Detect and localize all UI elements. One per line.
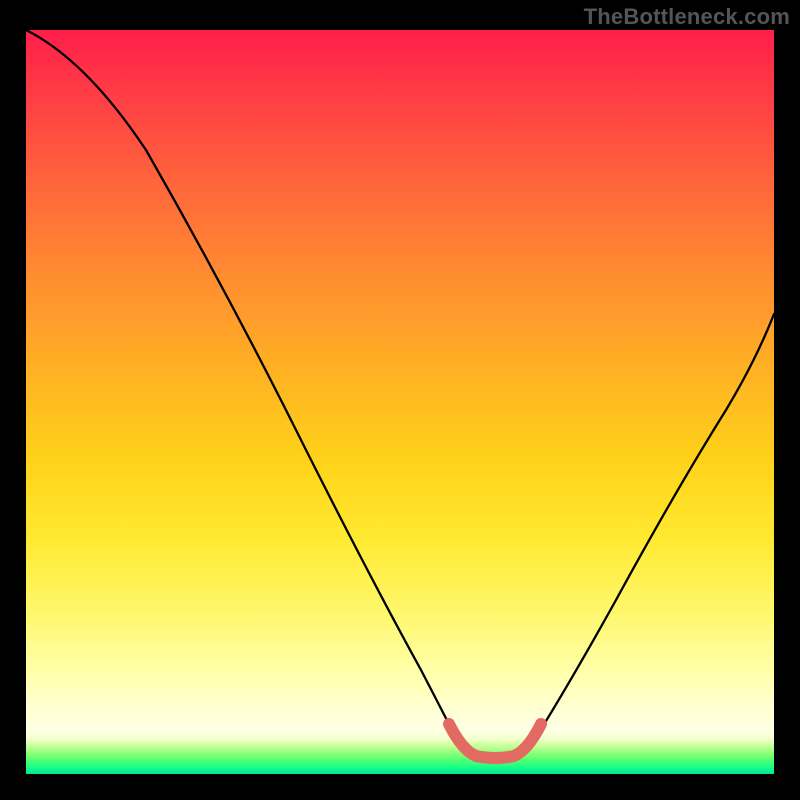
plot-area xyxy=(26,30,774,774)
left-branch-curve xyxy=(26,30,462,750)
chart-frame: TheBottleneck.com xyxy=(0,0,800,800)
right-branch-curve xyxy=(528,314,774,750)
curve-overlay xyxy=(26,30,774,774)
valley-accent-curve xyxy=(449,724,541,758)
watermark-text: TheBottleneck.com xyxy=(584,4,790,30)
